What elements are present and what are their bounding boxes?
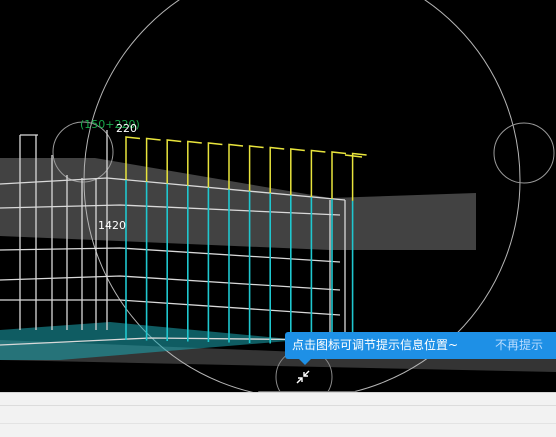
tip-message: 点击图标可调节提示信息位置~ <box>292 338 459 352</box>
do-not-show-again-link[interactable]: 不再提示 <box>495 332 543 359</box>
top-rebar <box>310 149 326 198</box>
bottom-panel <box>0 392 556 437</box>
snap-circle-right <box>493 122 555 184</box>
panel-divider-2 <box>0 423 556 424</box>
dimension-top-width-label: 220 <box>116 122 137 135</box>
slab-plane-upper <box>0 158 476 250</box>
top-rebar <box>351 152 367 201</box>
panel-divider <box>0 405 556 406</box>
top-rebar <box>248 145 264 192</box>
3d-model-viewport[interactable]: (150+220) 220 1420 点击图标可调节提示信息位置~ 不再提示 <box>0 0 556 392</box>
top-rebar <box>269 146 285 194</box>
dimension-side-height-label: 1420 <box>98 219 126 232</box>
top-rebar-end <box>344 154 363 158</box>
top-rebar <box>290 148 305 196</box>
top-rebar <box>331 151 347 199</box>
tip-popup: 点击图标可调节提示信息位置~ 不再提示 <box>285 332 556 365</box>
collapse-arrows-icon[interactable] <box>289 364 317 390</box>
